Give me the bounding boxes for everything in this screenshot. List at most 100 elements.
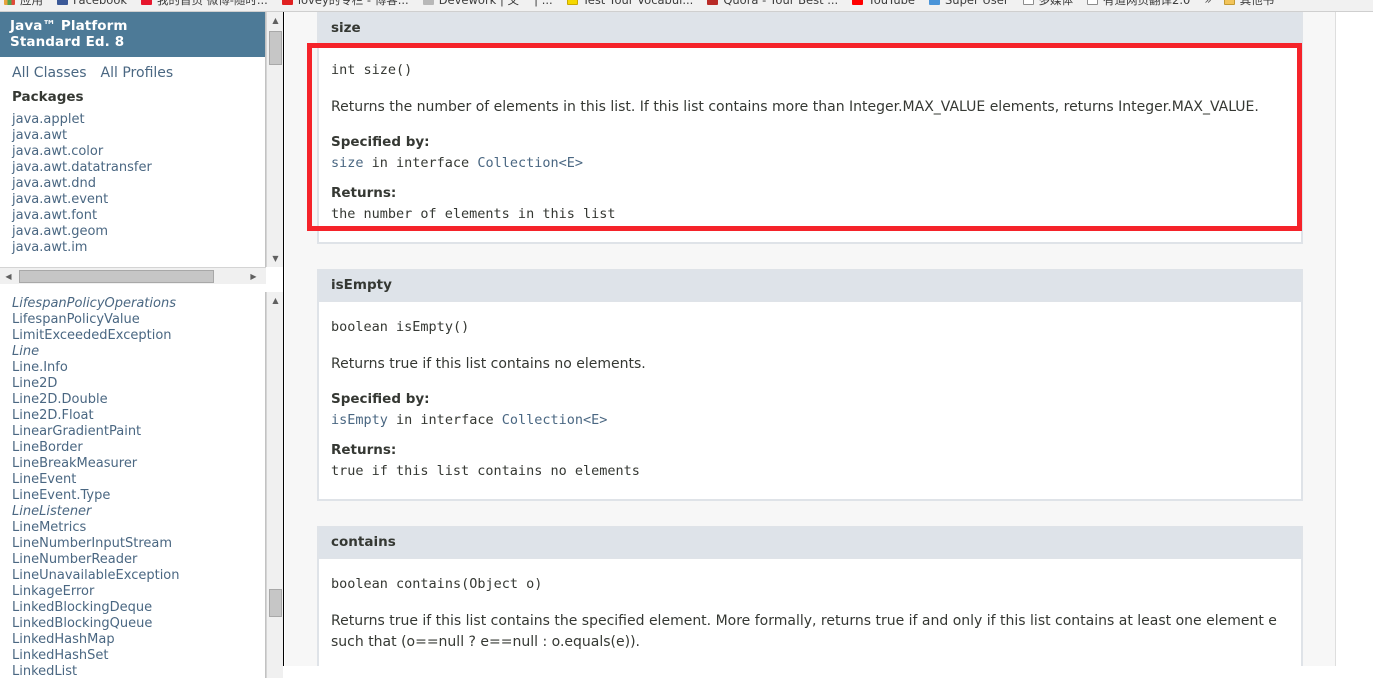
specified-by-connector: in interface [396,412,494,428]
list-item[interactable]: java.awt.font [12,208,265,224]
bookmarks-overflow-button[interactable]: » [1204,0,1211,11]
list-item[interactable]: LifespanPolicyOperations [12,296,265,312]
scrollbar-thumb[interactable] [19,270,214,283]
javadoc-page: size int size() Returns the number of el… [285,12,1336,666]
scroll-left-arrow-icon[interactable]: ◀ [0,268,17,284]
specified-by-method-link[interactable]: size [331,155,364,171]
list-item[interactable]: LineUnavailableException [12,568,265,584]
list-item[interactable]: LineListener [12,504,265,520]
package-list-frame: Java™ Platform Standard Ed. 8 All Classe… [0,12,283,284]
class-list: LifespanPolicyOperations LifespanPolicyV… [0,292,265,678]
list-item[interactable]: Line2D.Double [12,392,265,408]
bookmark-item[interactable]: lovey的专栏 - 博客... [281,0,409,11]
bookmark-item[interactable]: Test Your Vocabul... [566,0,694,11]
scroll-down-arrow-icon[interactable]: ▼ [267,250,283,267]
bookmark-item[interactable]: 多媒体 [1022,0,1074,11]
list-item[interactable]: LineEvent.Type [12,488,265,504]
list-item[interactable]: Line.Info [12,360,265,376]
specified-by-connector: in interface [371,155,470,171]
specified-by-interface-link[interactable]: Collection<E> [502,412,608,428]
packages-heading: Packages [12,89,84,105]
package-list: java.applet java.awt java.awt.color java… [0,109,265,256]
bookmark-label: Test Your Vocabul... [583,0,694,7]
bookmark-item[interactable]: YouTube [852,0,915,11]
specified-by-value: size in interface Collection<E> [331,154,1289,173]
scroll-up-arrow-icon[interactable]: ▲ [267,292,283,309]
specified-by-label: Specified by: [331,391,430,407]
list-item[interactable]: java.awt.geom [12,224,265,240]
bookmark-label: YouTube [868,0,915,7]
returns-label: Returns: [331,185,397,201]
method-name-header: isEmpty [318,269,1302,302]
return-type: boolean [331,319,388,335]
all-profiles-link[interactable]: All Profiles [101,65,174,81]
bookmark-item[interactable]: Facebook [57,0,127,11]
doc-scroll-gutter [1337,12,1373,666]
list-item[interactable]: LineNumberInputStream [12,536,265,552]
list-item[interactable]: LinkageError [12,584,265,600]
bookmark-label: Facebook [73,0,127,7]
list-item[interactable]: java.awt.im [12,240,265,256]
scroll-up-arrow-icon[interactable]: ▲ [267,12,283,29]
list-item[interactable]: java.awt.event [12,192,265,208]
scrollbar-thumb[interactable] [269,589,282,617]
list-item[interactable]: LifespanPolicyValue [12,312,265,328]
method-call: contains(Object o) [396,576,543,592]
youtube-icon [852,0,864,5]
list-item[interactable]: LinkedList [12,664,265,678]
returns-text: the number of elements in this list [331,206,616,222]
package-frame-vertical-scrollbar[interactable]: ▲ ▼ [266,12,283,267]
class-frame-vertical-scrollbar[interactable]: ▲ [266,292,283,678]
all-classes-link[interactable]: All Classes [12,65,87,81]
method-signature: boolean contains(Object o) [331,575,1289,593]
bookmark-item[interactable]: 应用 [4,0,43,11]
list-item[interactable]: java.awt.dnd [12,176,265,192]
returns-text: true if this list contains no elements [331,463,640,479]
method-detail-list: size int size() Returns the number of el… [285,12,1335,666]
bookmark-item[interactable]: Quora - Your Best ... [707,0,838,11]
bookmark-item[interactable]: 有道网页翻译2.0 [1087,0,1190,11]
list-item[interactable]: LineBreakMeasurer [12,456,265,472]
return-type: int [331,62,356,78]
list-item[interactable]: LinearGradientPaint [12,424,265,440]
method-block-isempty: isEmpty boolean isEmpty() Returns true i… [317,269,1303,501]
javadoc-banner: Java™ Platform Standard Ed. 8 [0,12,265,57]
list-item[interactable]: LinkedHashMap [12,632,265,648]
list-item[interactable]: LinkedBlockingQueue [12,616,265,632]
list-item[interactable]: LineEvent [12,472,265,488]
specified-by-method-link[interactable]: isEmpty [331,412,388,428]
scrollbar-thumb[interactable] [269,31,282,65]
list-item[interactable]: Line2D [12,376,265,392]
list-item[interactable]: LinkedHashSet [12,648,265,664]
javadoc-frameset-left: Java™ Platform Standard Ed. 8 All Classe… [0,12,284,678]
bookmark-label: 多媒体 [1039,0,1074,8]
method-block-contains: contains boolean contains(Object o) Retu… [317,526,1303,666]
bookmark-item[interactable]: Devework | 文 | ... [422,0,553,11]
banner-line-2: Standard Ed. 8 [10,34,125,50]
bookmark-item[interactable]: Super User [928,0,1009,11]
specified-by-interface-link[interactable]: Collection<E> [477,155,583,171]
returns-value: the number of elements in this list [331,205,1289,224]
list-item[interactable]: LinkedBlockingDeque [12,600,265,616]
package-frame-horizontal-scrollbar[interactable]: ◀ ▶ [0,267,266,284]
method-name-header: size [318,12,1302,45]
scroll-right-arrow-icon[interactable]: ▶ [245,268,262,284]
method-name-header: contains [318,526,1302,559]
list-item[interactable]: LineMetrics [12,520,265,536]
list-item[interactable]: java.awt.color [12,144,265,160]
facebook-icon [57,0,68,5]
list-item[interactable]: LimitExceededException [12,328,265,344]
list-item[interactable]: Line [12,344,265,360]
bookmark-item[interactable]: 我的首页 微博-随时... [141,0,268,11]
return-type: boolean [331,576,388,592]
other-bookmarks-folder[interactable]: 其他书 [1223,0,1274,11]
list-item[interactable]: java.applet [12,112,265,128]
list-item[interactable]: Line2D.Float [12,408,265,424]
list-item[interactable]: LineBorder [12,440,265,456]
list-item[interactable]: java.awt [12,128,265,144]
bookmark-label: 有道网页翻译2.0 [1103,0,1190,8]
bookmark-icon [1022,0,1034,5]
list-item[interactable]: java.awt.datatransfer [12,160,265,176]
csdn-icon [281,0,293,5]
list-item[interactable]: LineNumberReader [12,552,265,568]
